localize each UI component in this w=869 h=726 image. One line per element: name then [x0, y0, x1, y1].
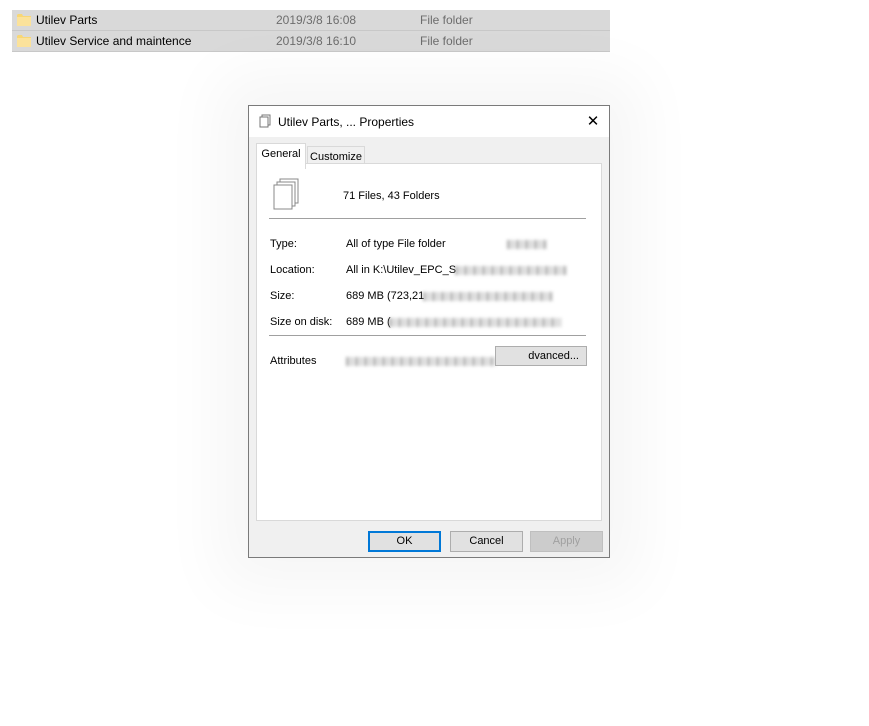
- redacted-text: [507, 240, 547, 249]
- close-button[interactable]: ✕: [577, 106, 609, 136]
- multiple-files-icon: [273, 178, 299, 210]
- advanced-button[interactable]: dvanced...: [495, 346, 587, 366]
- file-name: Utilev Parts: [36, 13, 98, 27]
- general-panel: 71 Files, 43 Folders Type: All of type F…: [256, 163, 602, 521]
- dialog-title: Utilev Parts, ... Properties: [278, 115, 415, 129]
- tab-label: General: [261, 148, 301, 160]
- file-date: 2019/3/8 16:08: [276, 13, 357, 27]
- multiple-files-icon: [259, 114, 271, 128]
- cancel-button[interactable]: Cancel: [450, 531, 523, 552]
- size-value: 689 MB (723,21: [346, 290, 425, 302]
- button-label: Apply: [552, 535, 581, 547]
- tab-label: Customize: [310, 151, 362, 163]
- redacted-text: [423, 292, 553, 301]
- item-count-summary: 71 Files, 43 Folders: [343, 190, 440, 202]
- file-row-utilev-parts[interactable]: Utilev Parts 2019/3/8 16:08 File folder: [12, 10, 610, 31]
- file-date: 2019/3/8 16:10: [276, 34, 357, 48]
- properties-dialog: Utilev Parts, ... Properties ✕ Customize…: [248, 105, 610, 558]
- apply-button[interactable]: Apply: [530, 531, 603, 552]
- size-label: Size:: [270, 290, 295, 302]
- attributes-label: Attributes: [270, 355, 317, 367]
- location-label: Location:: [270, 264, 315, 276]
- folder-icon: [17, 35, 31, 47]
- file-type: File folder: [420, 13, 473, 27]
- file-name: Utilev Service and maintence: [36, 34, 192, 48]
- tab-general[interactable]: General: [256, 143, 306, 169]
- folder-icon: [17, 14, 31, 26]
- type-value: All of type File folder: [346, 238, 446, 250]
- advanced-label: dvanced...: [528, 350, 579, 362]
- button-label: OK: [396, 535, 413, 547]
- divider: [269, 218, 586, 219]
- location-value: All in K:\Utilev_EPC_S: [346, 264, 457, 276]
- file-row-utilev-service[interactable]: Utilev Service and maintence 2019/3/8 16…: [12, 31, 610, 52]
- file-type: File folder: [420, 34, 473, 48]
- type-label: Type:: [270, 238, 297, 250]
- size-on-disk-label: Size on disk:: [270, 316, 333, 328]
- ok-button[interactable]: OK: [368, 531, 441, 552]
- redacted-text: [455, 266, 567, 275]
- redacted-text: [389, 318, 561, 327]
- redacted-text: [346, 357, 496, 366]
- button-label: Cancel: [469, 535, 504, 547]
- divider: [269, 335, 586, 336]
- close-icon: ✕: [586, 113, 600, 130]
- title-bar[interactable]: Utilev Parts, ... Properties ✕: [249, 106, 609, 137]
- file-list: Utilev Parts 2019/3/8 16:08 File folder …: [12, 10, 610, 52]
- size-on-disk-value: 689 MB (: [346, 316, 391, 328]
